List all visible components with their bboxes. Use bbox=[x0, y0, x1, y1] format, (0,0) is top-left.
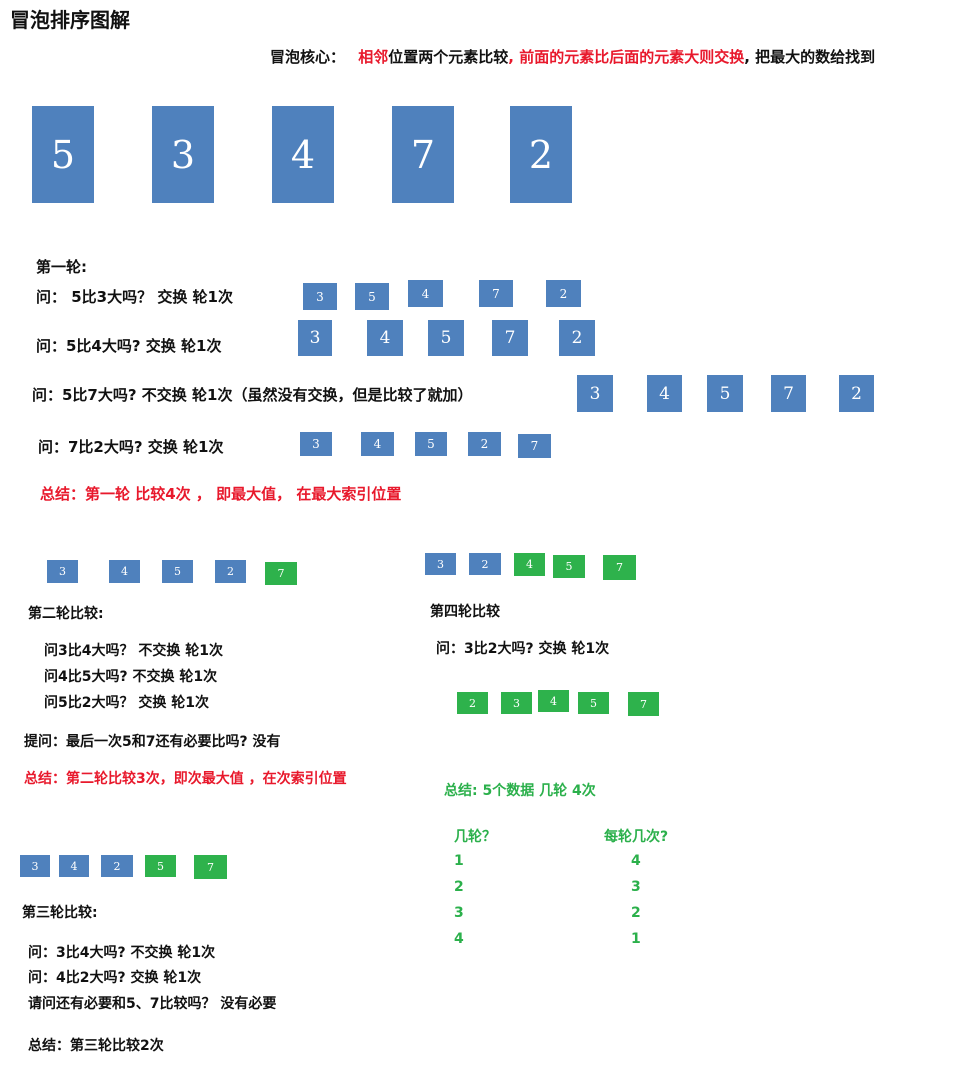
round1-step1-text: 问： 5比3大吗？ 交换 轮1次 bbox=[36, 288, 233, 306]
round4-after-cell: 4 bbox=[538, 690, 569, 712]
round3-cell: 7 bbox=[194, 855, 227, 879]
round3-cell: 3 bbox=[20, 855, 50, 877]
round2-title: 第二轮比较: bbox=[28, 606, 104, 622]
final-round-count: 4 bbox=[631, 853, 641, 869]
round3-summary: 总结：第三轮比较2次 bbox=[28, 1038, 164, 1054]
round2-q3: 问5比2大吗？ 交换 轮1次 bbox=[44, 695, 209, 711]
round1-step2-cell: 7 bbox=[492, 320, 528, 356]
round4-before-cell: 2 bbox=[469, 553, 501, 575]
round2-summary: 总结：第二轮比较3次，即次最大值 ，在次索引位置 bbox=[24, 771, 347, 787]
round1-step4-cell: 5 bbox=[415, 432, 447, 456]
round4-before-cell: 3 bbox=[425, 553, 456, 575]
round2-q1: 问3比4大吗？ 不交换 轮1次 bbox=[44, 643, 223, 659]
round3-cell: 5 bbox=[145, 855, 176, 877]
final-summary: 总结: 5个数据 几轮 4次 bbox=[444, 783, 596, 799]
round1-step4-cell: 7 bbox=[518, 434, 551, 458]
round1-step1-cell: 7 bbox=[479, 280, 513, 307]
round2-cell: 7 bbox=[265, 562, 297, 585]
final-round-number: 2 bbox=[454, 879, 464, 895]
final-round-count: 2 bbox=[631, 905, 641, 921]
round2-cell: 3 bbox=[47, 560, 78, 583]
round1-step4-cell: 3 bbox=[300, 432, 332, 456]
final-round-number: 1 bbox=[454, 853, 464, 869]
core-label: 冒泡核心： bbox=[270, 48, 346, 66]
core-goal: , 把最大的数给找到 bbox=[744, 48, 876, 66]
round4-before-cell: 4 bbox=[514, 553, 545, 576]
final-round-number: 4 bbox=[454, 931, 464, 947]
round2-q2: 问4比5大吗? 不交换 轮1次 bbox=[44, 669, 218, 685]
core-statement: 冒泡核心： 相邻位置两个元素比较, 前面的元素比后面的元素大则交换, 把最大的数… bbox=[270, 46, 875, 67]
round4-after-cell: 2 bbox=[457, 692, 488, 714]
round1-step1-cell: 3 bbox=[303, 283, 337, 310]
round1-step3-cell: 3 bbox=[577, 375, 613, 412]
final-col-per-round: 每轮几次? bbox=[604, 829, 669, 845]
final-round-number: 3 bbox=[454, 905, 464, 921]
round1-step4-text: 问：7比2大吗? 交换 轮1次 bbox=[38, 438, 224, 456]
initial-cell: 3 bbox=[152, 106, 214, 203]
round1-step2-cell: 2 bbox=[559, 320, 595, 356]
core-compare: 位置两个元素比较 bbox=[388, 48, 509, 66]
round4-after-cell: 3 bbox=[501, 692, 532, 714]
final-col-rounds: 几轮？ bbox=[454, 829, 496, 845]
round1-step1-cell: 4 bbox=[408, 280, 443, 307]
initial-cell: 7 bbox=[392, 106, 454, 203]
round4-after-cell: 5 bbox=[578, 692, 609, 714]
round3-q1: 问：3比4大吗? 不交换 轮1次 bbox=[28, 945, 216, 961]
round1-step4-cell: 2 bbox=[468, 432, 501, 456]
round1-step3-cell: 7 bbox=[771, 375, 806, 412]
round1-step2-cell: 5 bbox=[428, 320, 464, 356]
round2-cell: 5 bbox=[162, 560, 193, 583]
round1-step3-cell: 2 bbox=[839, 375, 874, 412]
round2-cell: 4 bbox=[109, 560, 140, 583]
round1-step3-cell: 5 bbox=[707, 375, 743, 412]
round3-q3: 请问还有必要和5、7比较吗？ 没有必要 bbox=[28, 996, 277, 1012]
initial-cell: 4 bbox=[272, 106, 334, 203]
round2-cell: 2 bbox=[215, 560, 246, 583]
round2-tip: 提问：最后一次5和7还有必要比吗? 没有 bbox=[24, 734, 281, 750]
page-title: 冒泡排序图解 bbox=[10, 8, 130, 32]
core-swap-rule: , 前面的元素比后面的元素大则交换 bbox=[508, 48, 745, 66]
round3-q2: 问：4比2大吗? 交换 轮1次 bbox=[28, 970, 202, 986]
round1-step2-cell: 4 bbox=[367, 320, 403, 356]
round4-before-cell: 7 bbox=[603, 555, 636, 580]
round1-step3-text: 问：5比7大吗? 不交换 轮1次（虽然没有交换，但是比较了就加） bbox=[32, 386, 473, 404]
round1-step2-text: 问：5比4大吗? 交换 轮1次 bbox=[36, 337, 222, 355]
round1-step1-cell: 5 bbox=[355, 283, 389, 310]
round1-step2-cell: 3 bbox=[298, 320, 332, 356]
round1-step1-cell: 2 bbox=[546, 280, 581, 307]
round4-q1: 问：3比2大吗? 交换 轮1次 bbox=[436, 641, 610, 657]
round3-title: 第三轮比较: bbox=[22, 905, 98, 921]
round1-step3-cell: 4 bbox=[647, 375, 682, 412]
round4-after-cell: 7 bbox=[628, 692, 659, 716]
round4-title: 第四轮比较 bbox=[430, 604, 500, 620]
round1-title: 第一轮: bbox=[36, 258, 87, 276]
initial-cell: 2 bbox=[510, 106, 572, 203]
final-round-count: 1 bbox=[631, 931, 641, 947]
core-adjacent: 相邻 bbox=[358, 48, 389, 66]
round3-cell: 2 bbox=[101, 855, 133, 877]
round1-step4-cell: 4 bbox=[361, 432, 394, 456]
initial-cell: 5 bbox=[32, 106, 94, 203]
final-round-count: 3 bbox=[631, 879, 641, 895]
round3-cell: 4 bbox=[59, 855, 89, 877]
round1-summary: 总结：第一轮 比较4次 ， 即最大值， 在最大索引位置 bbox=[40, 485, 402, 503]
round4-before-cell: 5 bbox=[553, 555, 585, 578]
